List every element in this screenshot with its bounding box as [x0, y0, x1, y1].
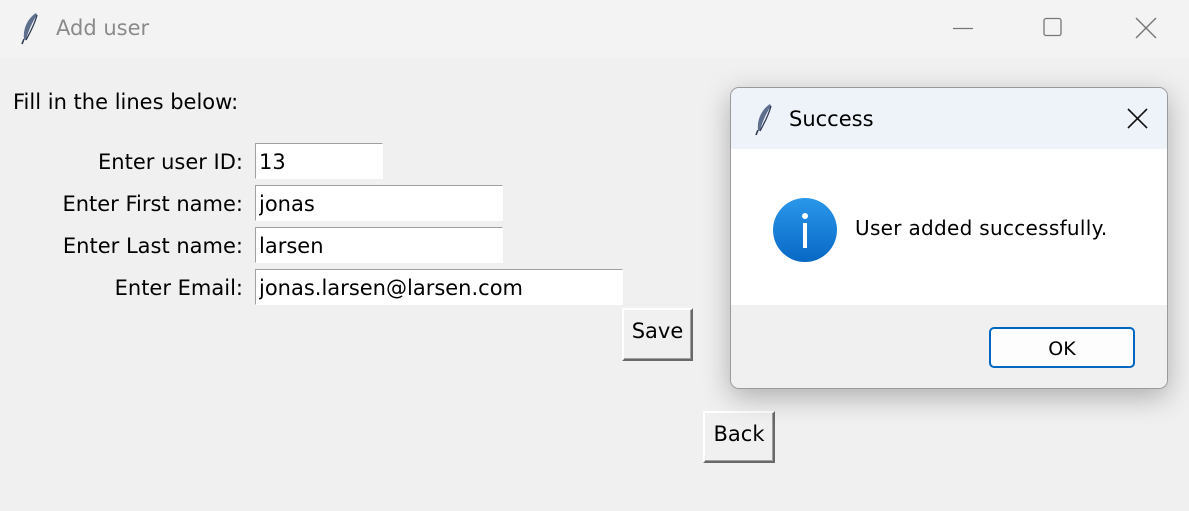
maximize-icon	[1043, 17, 1062, 37]
last-name-label: Enter Last name:	[62, 234, 243, 258]
dialog-title: Success	[789, 107, 874, 131]
add-user-window: Add user Fill in the lines below: Enter …	[0, 0, 1189, 511]
window-titlebar[interactable]: Add user	[0, 0, 1189, 58]
save-button[interactable]: Save	[622, 308, 693, 361]
dialog-close-button[interactable]	[1111, 88, 1167, 149]
close-icon	[1135, 17, 1157, 39]
email-input[interactable]	[255, 269, 623, 305]
first-name-label: Enter First name:	[62, 192, 243, 216]
minimize-button[interactable]	[918, 0, 1008, 58]
form-instruction: Fill in the lines below:	[13, 90, 239, 114]
maximize-button[interactable]	[1008, 0, 1098, 58]
feather-icon	[19, 11, 41, 45]
success-dialog: Success User added successfully. OK	[730, 87, 1168, 389]
last-name-input[interactable]	[255, 227, 503, 263]
close-icon	[1127, 108, 1148, 129]
dialog-titlebar[interactable]: Success	[731, 88, 1167, 149]
dialog-footer: OK	[731, 305, 1167, 388]
user-id-label: Enter user ID:	[98, 150, 243, 174]
info-icon	[772, 197, 838, 263]
dialog-body: User added successfully.	[731, 149, 1167, 305]
first-name-input[interactable]	[255, 185, 503, 221]
user-id-input[interactable]	[255, 143, 383, 179]
window-title: Add user	[56, 16, 150, 40]
email-label: Enter Email:	[114, 276, 243, 300]
dialog-message: User added successfully.	[855, 216, 1108, 240]
ok-button[interactable]: OK	[989, 327, 1135, 368]
back-button[interactable]: Back	[703, 411, 775, 463]
minimize-icon	[953, 27, 973, 30]
feather-icon	[753, 102, 775, 136]
close-button[interactable]	[1099, 0, 1189, 58]
